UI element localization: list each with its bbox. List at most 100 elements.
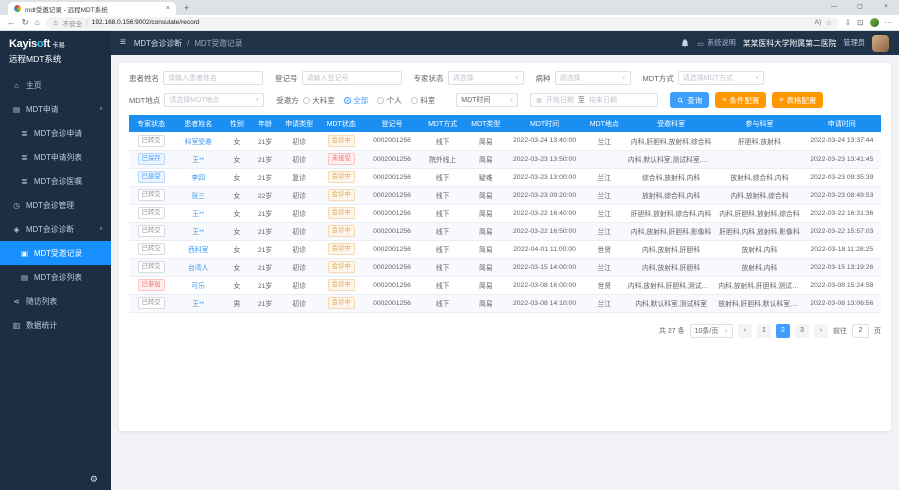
table-row: 已转交王**男21岁初诊会诊中0002001256线下简易2022-03-08 … bbox=[129, 294, 881, 312]
read-aloud-icon[interactable]: A) bbox=[815, 19, 822, 27]
browser-profile-avatar[interactable] bbox=[870, 18, 879, 27]
time-type-select[interactable]: MDT时间 ∨ bbox=[456, 93, 518, 107]
browser-chrome: mdt受邀记录 - 远程MDT系统 × + — ▢ × ← ↻ ⌂ ⚠ 不安全 … bbox=[0, 0, 899, 31]
expert-status-cell: 已转交 bbox=[129, 294, 173, 312]
patient-name-link[interactable]: 王** bbox=[192, 229, 204, 236]
register-no-cell: 0002001256 bbox=[364, 276, 420, 294]
patient-cell: 李四 bbox=[173, 168, 223, 186]
sidebar-item-mdt-consult-order[interactable]: ≣MDT会诊医嘱 bbox=[0, 169, 111, 193]
sidebar: Kayisoft 卡易 远程MDT系统 ⌂主页▤MDT申请∧≣MDT会诊申请≣M… bbox=[0, 31, 111, 490]
patient-cell: 王** bbox=[173, 222, 223, 240]
disease-select[interactable]: 请选择 ∨ bbox=[555, 71, 631, 85]
home-icon[interactable]: ⌂ bbox=[35, 18, 40, 27]
page-button-2[interactable]: 2 bbox=[776, 324, 790, 338]
radio-all[interactable]: 全部 bbox=[344, 95, 369, 106]
sidebar-item-mdt-invited-records[interactable]: ▣MDT受邀记录 bbox=[0, 241, 111, 265]
date-range-picker[interactable]: ▦ 开始日期 至 结束日期 bbox=[530, 93, 658, 107]
sidebar-item-mdt-consult-manage[interactable]: ◷MDT会诊管理 bbox=[0, 193, 111, 217]
gender-cell: 女 bbox=[223, 240, 250, 258]
sidebar-item-home[interactable]: ⌂主页 bbox=[0, 73, 111, 97]
mdt-time-cell: 2022-04-01 11:00:00 bbox=[506, 240, 582, 258]
address-bar[interactable]: ⚠ 不安全 | 192.168.0.156:9002/consulate/rec… bbox=[46, 17, 839, 29]
patient-name-link[interactable]: 李四 bbox=[191, 175, 205, 182]
total-count: 共 27 条 bbox=[659, 326, 685, 336]
radio-dept[interactable]: 科室 bbox=[411, 95, 436, 106]
radio-personal[interactable]: 个人 bbox=[377, 95, 402, 106]
sidebar-item-data-statistics[interactable]: ▥数据统计 bbox=[0, 313, 111, 337]
search-button[interactable]: 查询 bbox=[670, 92, 709, 108]
browser-menu-icon[interactable]: ⋯ bbox=[885, 18, 893, 27]
window-maximize-button[interactable]: ▢ bbox=[847, 0, 873, 15]
jump-page-input[interactable] bbox=[852, 324, 869, 338]
gender-cell: 女 bbox=[223, 150, 250, 168]
patient-name-link[interactable]: 王** bbox=[192, 301, 204, 308]
patient-cell: 王** bbox=[173, 150, 223, 168]
next-page-button[interactable]: › bbox=[814, 324, 828, 338]
data-statistics-icon: ▥ bbox=[12, 321, 21, 330]
radio-large-dept[interactable]: 大科室 bbox=[303, 95, 335, 106]
register-no-cell: 0002001256 bbox=[364, 240, 420, 258]
pagination: 共 27 条 10条/页 ∨ ‹ 123 › 前往 页 bbox=[129, 324, 881, 338]
refresh-icon[interactable]: ↻ bbox=[22, 18, 29, 27]
mdt-mode-select[interactable]: 请选择MDT方式 ∨ bbox=[678, 71, 764, 85]
downloads-icon[interactable]: ⇩ bbox=[845, 18, 851, 27]
expert-status-select[interactable]: 请选择 ∨ bbox=[448, 71, 524, 85]
sidebar-menu: ⌂主页▤MDT申请∧≣MDT会诊申请≣MDT申请列表≣MDT会诊医嘱◷MDT会诊… bbox=[0, 73, 111, 337]
condition-config-button[interactable]: ≡ 条件配置 bbox=[715, 92, 766, 108]
page-size-select[interactable]: 10条/页 ∨ bbox=[690, 324, 733, 338]
chevron-down-icon: ∨ bbox=[755, 75, 759, 81]
hamburger-icon[interactable]: ≡ bbox=[120, 38, 126, 48]
patient-cell: 科室受邀 bbox=[173, 132, 223, 150]
patient-name-link[interactable]: 可乐 bbox=[191, 283, 205, 290]
mdt-status-tag: 会诊中 bbox=[328, 189, 355, 201]
back-icon[interactable]: ← bbox=[7, 18, 16, 27]
age-cell: 21岁 bbox=[250, 150, 279, 168]
patient-name-link[interactable]: 台湾人 bbox=[188, 265, 208, 272]
date-range-separator: 至 bbox=[578, 95, 585, 105]
mdt-type-cell: 简易 bbox=[465, 150, 506, 168]
sidebar-item-mdt-apply[interactable]: ▤MDT申请∧ bbox=[0, 97, 111, 121]
patient-name-link[interactable]: 科室受邀 bbox=[185, 139, 212, 146]
window-close-button[interactable]: × bbox=[873, 0, 899, 15]
patient-name-input[interactable] bbox=[163, 71, 263, 85]
security-label: 不安全 bbox=[63, 18, 83, 28]
extensions-icon[interactable]: ⊡ bbox=[857, 18, 863, 27]
sidebar-item-mdt-consult-list[interactable]: ▤MDT会诊列表 bbox=[0, 265, 111, 289]
breadcrumb-parent[interactable]: MDT会诊诊断 bbox=[134, 39, 182, 48]
joined-depts-cell: 内科,肝胆科,放射科,综合科 bbox=[716, 204, 802, 222]
browser-tab[interactable]: mdt受邀记录 - 远程MDT系统 × bbox=[8, 2, 176, 15]
age-cell: 21岁 bbox=[250, 168, 279, 186]
register-no-cell: 0002001256 bbox=[364, 294, 420, 312]
page-button-1[interactable]: 1 bbox=[757, 324, 771, 338]
mdt-status-cell: 未接受 bbox=[319, 150, 364, 168]
window-minimize-button[interactable]: — bbox=[821, 0, 847, 15]
mdt-place-select[interactable]: 请选择MDT地点 ∨ bbox=[164, 93, 264, 107]
patient-name-link[interactable]: 王** bbox=[192, 157, 204, 164]
bookmark-star-icon[interactable]: ☆ bbox=[826, 19, 832, 27]
patient-name-link[interactable]: 王** bbox=[192, 211, 204, 218]
mdt-status-tag: 会诊中 bbox=[328, 297, 355, 309]
new-tab-button[interactable]: + bbox=[180, 2, 193, 15]
mdt-consult-diagnose-icon: ◈ bbox=[12, 225, 21, 234]
gear-icon[interactable]: ⚙ bbox=[90, 474, 98, 485]
patient-name-link[interactable]: 西科室 bbox=[188, 247, 208, 254]
patient-name-link[interactable]: 张三 bbox=[191, 193, 205, 200]
patient-cell: 王** bbox=[173, 294, 223, 312]
sidebar-item-mdt-apply-list[interactable]: ≣MDT申请列表 bbox=[0, 145, 111, 169]
tab-close-icon[interactable]: × bbox=[166, 5, 170, 12]
sidebar-item-label: 主页 bbox=[26, 80, 42, 91]
end-date-placeholder: 结束日期 bbox=[589, 95, 617, 105]
system-help-link[interactable]: ▭ 系统说明 bbox=[697, 38, 736, 48]
bell-icon[interactable] bbox=[680, 38, 690, 48]
table-config-button[interactable]: ≡ 表格配置 bbox=[772, 92, 823, 108]
logo-cn-badge: 卡易 bbox=[52, 39, 65, 49]
sidebar-item-mdt-consult-apply[interactable]: ≣MDT会诊申请 bbox=[0, 121, 111, 145]
user-avatar[interactable] bbox=[872, 35, 889, 52]
register-no-input[interactable] bbox=[302, 71, 402, 85]
sidebar-item-follow-up-list[interactable]: ⋖随访列表 bbox=[0, 289, 111, 313]
prev-page-button[interactable]: ‹ bbox=[738, 324, 752, 338]
expert-status-tag: 已转交 bbox=[138, 135, 165, 147]
calendar-icon: ▦ bbox=[536, 97, 542, 104]
sidebar-item-mdt-consult-diagnose[interactable]: ◈MDT会诊诊断∧ bbox=[0, 217, 111, 241]
page-button-3[interactable]: 3 bbox=[795, 324, 809, 338]
